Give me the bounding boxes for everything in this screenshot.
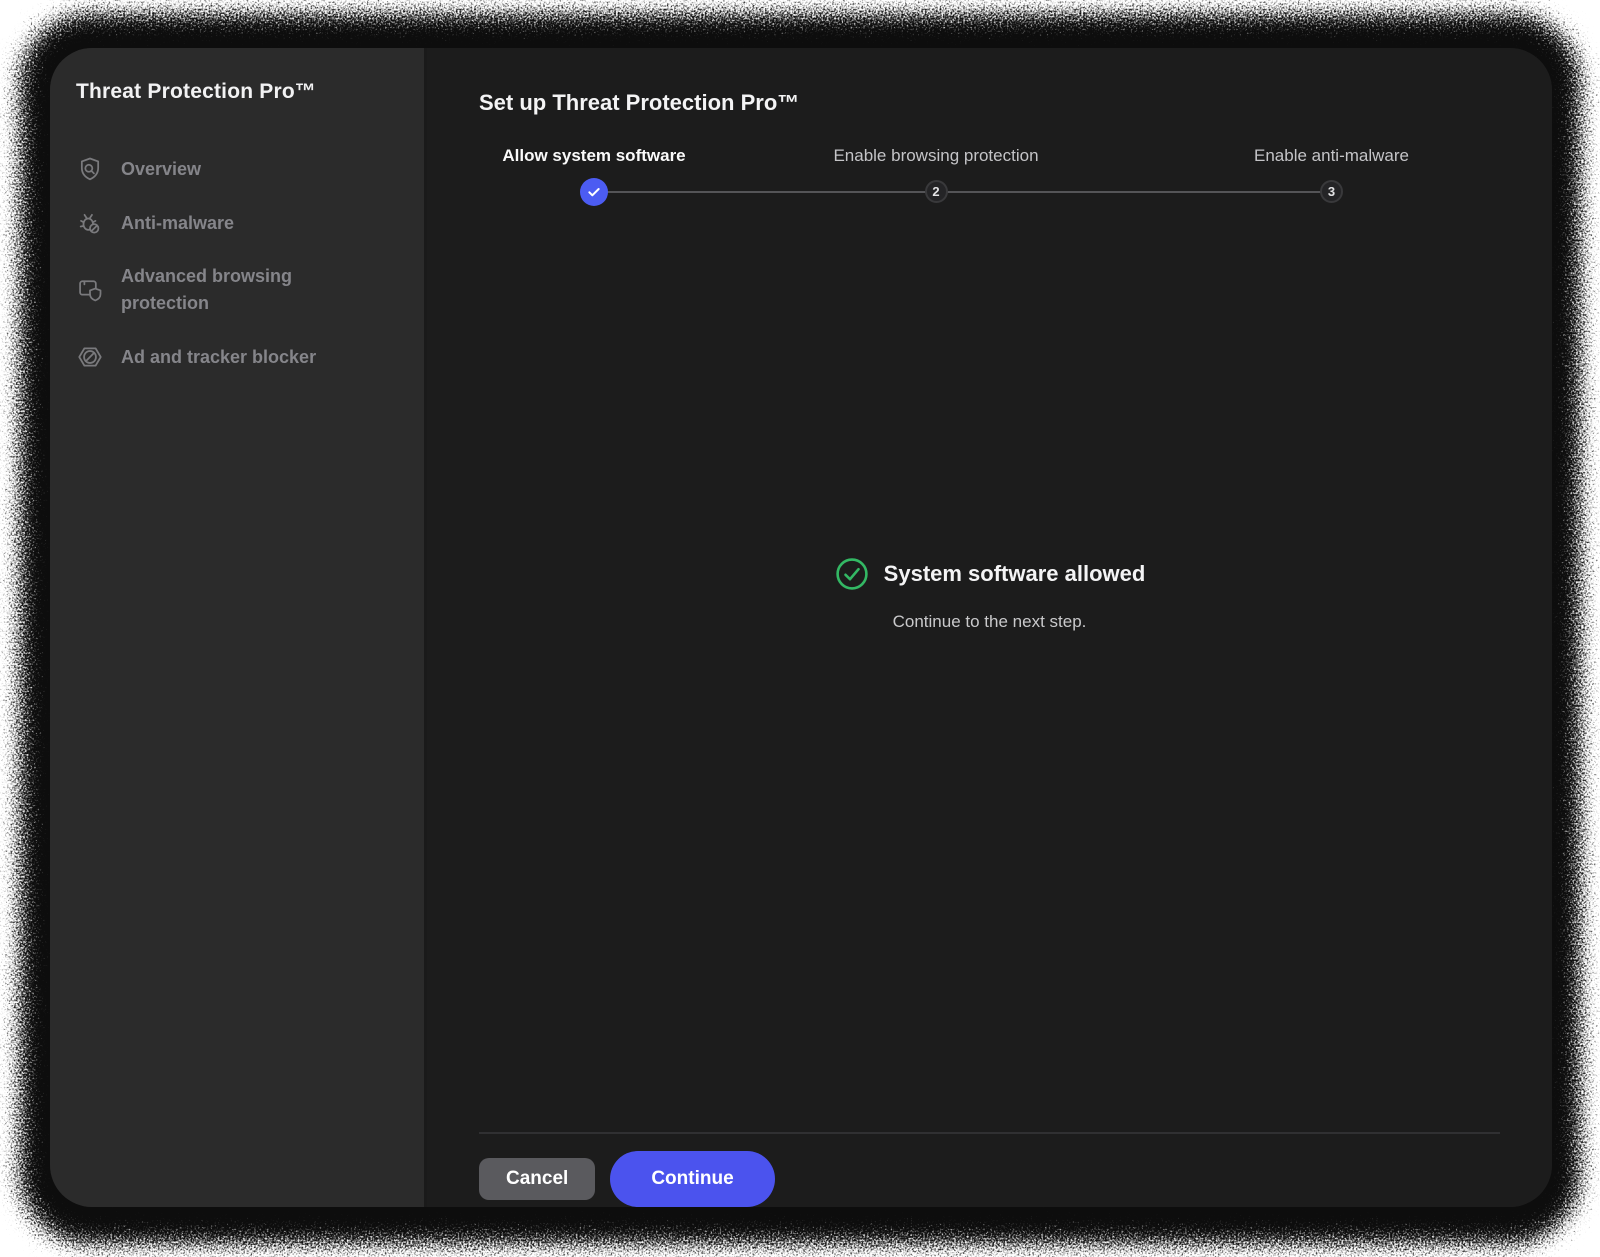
sidebar-item-ad-tracker-blocker[interactable]: Ad and tracker blocker bbox=[76, 330, 400, 384]
sidebar-item-label: Advanced browsing protection bbox=[121, 263, 339, 317]
browser-shield-icon bbox=[76, 276, 104, 304]
bug-blocked-icon bbox=[76, 209, 104, 237]
continue-button[interactable]: Continue bbox=[610, 1151, 774, 1207]
step-number: 3 bbox=[1320, 180, 1343, 203]
sidebar-item-overview[interactable]: Overview bbox=[76, 142, 400, 196]
shield-search-icon bbox=[76, 155, 104, 183]
sidebar-item-label: Ad and tracker blocker bbox=[121, 344, 316, 371]
hexagon-slash-icon bbox=[76, 343, 104, 371]
sidebar-item-advanced-browsing[interactable]: Advanced browsing protection bbox=[76, 250, 400, 330]
setup-stepper: Allow system software Enable browsing pr… bbox=[479, 146, 1500, 206]
sidebar-title: Threat Protection Pro™ bbox=[76, 80, 400, 104]
step-label: Enable browsing protection bbox=[833, 146, 1038, 166]
step-enable-browsing-protection: Enable browsing protection 2 bbox=[709, 146, 1163, 206]
step-label: Allow system software bbox=[502, 146, 685, 166]
status-subtitle: Continue to the next step. bbox=[893, 612, 1087, 632]
step-allow-system-software: Allow system software bbox=[479, 146, 709, 206]
step-label: Enable anti-malware bbox=[1254, 146, 1409, 166]
step-enable-anti-malware: Enable anti-malware 3 bbox=[1163, 146, 1500, 206]
sidebar-item-label: Overview bbox=[121, 156, 201, 183]
sidebar: Threat Protection Pro™ Overview bbox=[50, 48, 427, 1207]
footer: Cancel Continue bbox=[427, 1134, 1552, 1207]
cancel-button[interactable]: Cancel bbox=[479, 1158, 595, 1200]
main-panel: Set up Threat Protection Pro™ Allow syst… bbox=[427, 48, 1552, 1207]
sidebar-item-label: Anti-malware bbox=[121, 210, 234, 237]
success-check-icon bbox=[834, 556, 870, 592]
sidebar-item-anti-malware[interactable]: Anti-malware bbox=[76, 196, 400, 250]
step-done-check-icon bbox=[580, 178, 608, 206]
status-message: System software allowed Continue to the … bbox=[427, 206, 1552, 1132]
sidebar-nav: Overview Anti-malware bbox=[76, 142, 400, 384]
threat-protection-window: Threat Protection Pro™ Overview bbox=[50, 48, 1552, 1207]
status-title: System software allowed bbox=[884, 561, 1146, 587]
page-title: Set up Threat Protection Pro™ bbox=[479, 90, 1500, 116]
step-number: 2 bbox=[925, 180, 948, 203]
